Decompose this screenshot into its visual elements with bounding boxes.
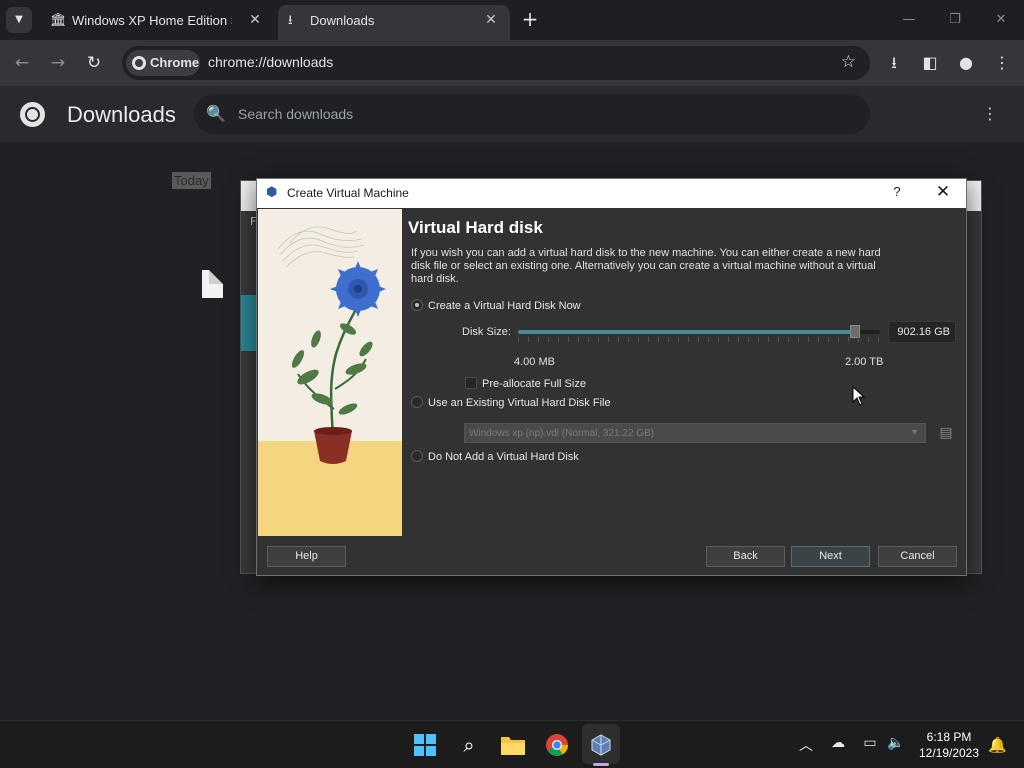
radio-create-now[interactable] (411, 299, 423, 311)
slider-max-label: 2.00 TB (845, 356, 884, 368)
chrome-logo-icon (20, 102, 45, 127)
active-app-indicator (593, 763, 609, 766)
folder-icon[interactable]: ▤ (936, 422, 956, 442)
profile-icon[interactable]: ● (954, 51, 978, 75)
slider-min-label: 4.00 MB (514, 356, 555, 368)
disk-size-field[interactable]: 902.16 GB (888, 321, 956, 343)
back-button[interactable]: Back (706, 546, 785, 567)
file-explorer-icon[interactable] (497, 729, 529, 761)
chip-label: Chrome (150, 55, 200, 70)
address-bar[interactable]: Chrome chrome://downloads ☆ (122, 46, 870, 80)
preallocate-checkbox[interactable] (465, 377, 477, 389)
back-arrow-icon[interactable]: ← (10, 51, 34, 75)
file-icon (202, 270, 223, 298)
show-hidden-icons-icon[interactable]: ︿ (796, 735, 816, 755)
system-clock[interactable]: 6:18 PM 12/19/2023 (916, 729, 982, 761)
radio-create-now-label[interactable]: Create a Virtual Hard Disk Now (428, 300, 581, 312)
search-icon[interactable]: ⌕ (453, 729, 485, 761)
minimize-button[interactable]: — (894, 8, 924, 32)
close-tab-icon[interactable]: ✕ (246, 11, 264, 28)
cancel-button[interactable]: Cancel (878, 546, 957, 567)
existing-disk-select[interactable]: Windows xp (np).vdi (Normal, 321.22 GB) … (464, 423, 926, 443)
create-vm-dialog: ⬢ Create Virtual Machine ? ✕ Virtual Har… (256, 178, 967, 576)
next-button[interactable]: Next (791, 546, 870, 567)
radio-use-existing-label[interactable]: Use an Existing Virtual Hard Disk File (428, 397, 611, 409)
wizard-page: Virtual Hard disk If you wish you can ad… (408, 215, 958, 535)
close-window-button[interactable]: ✕ (986, 8, 1016, 32)
disk-size-slider[interactable] (518, 325, 880, 338)
disk-size-label: Disk Size: (462, 326, 511, 338)
existing-disk-value: Windows xp (np).vdi (Normal, 321.22 GB) (469, 428, 655, 439)
new-tab-button[interactable]: + (518, 8, 542, 32)
virtualbox-icon[interactable] (585, 729, 617, 761)
date-section-label: Today (172, 172, 211, 189)
browser-toolbar: ← → ↻ Chrome chrome://downloads ☆ ⭳ ◧ ● … (0, 40, 1024, 86)
slider-ticks (518, 337, 880, 342)
volume-icon[interactable]: 🔈 (886, 735, 906, 751)
help-button[interactable]: Help (267, 546, 346, 567)
close-icon[interactable]: ✕ (933, 182, 953, 202)
clock-date: 12/19/2023 (918, 746, 980, 760)
radio-do-not-add-label[interactable]: Do Not Add a Virtual Hard Disk (428, 451, 579, 463)
wizard-illustration (258, 209, 402, 536)
browser-titlebar: ▼ 🏛 Windows XP Home Edition SP2 ✕ ⭳ Down… (0, 0, 1024, 40)
notification-bell-icon[interactable]: 🔔 (988, 736, 1007, 754)
onedrive-icon[interactable]: ☁ (828, 735, 848, 751)
close-tab-icon[interactable]: ✕ (482, 11, 500, 28)
downloads-icon[interactable]: ⭳ (882, 51, 906, 75)
help-button[interactable]: ? (889, 184, 905, 199)
side-panel-icon[interactable]: ◧ (918, 51, 942, 75)
network-icon[interactable]: ▭ (860, 735, 880, 751)
virtualbox-icon: ⬢ (266, 185, 278, 200)
menu-kebab-icon[interactable]: ⋮ (990, 51, 1014, 75)
bookmark-star-icon[interactable]: ☆ (841, 52, 856, 72)
search-box[interactable]: 🔍 (194, 94, 870, 134)
mouse-cursor-icon (852, 386, 866, 406)
slider-fill (518, 330, 855, 334)
dialog-title: Create Virtual Machine (287, 186, 409, 200)
restore-button[interactable]: ❐ (940, 8, 970, 32)
radio-use-existing[interactable] (411, 396, 423, 408)
page-heading: Virtual Hard disk (408, 218, 543, 237)
taskbar: ⌕ ︿ ☁ ▭ 🔈 6:18 PM 12/19/2023 🔔 (0, 720, 1024, 768)
tab-downloads[interactable]: ⭳ Downloads ✕ (278, 5, 510, 40)
page-description: If you wish you can add a virtual hard d… (411, 247, 881, 285)
preallocate-label[interactable]: Pre-allocate Full Size (482, 378, 586, 390)
download-icon: ⭳ (288, 12, 293, 27)
clock-time: 6:18 PM (926, 730, 972, 744)
tab-windows-xp[interactable]: 🏛 Windows XP Home Edition SP2 ✕ (40, 5, 274, 37)
url-text[interactable]: chrome://downloads (208, 54, 333, 70)
chevron-down-icon: ▼ (910, 427, 919, 437)
search-icon: 🔍 (206, 104, 226, 123)
forward-arrow-icon[interactable]: → (46, 51, 70, 75)
tab-title: Windows XP Home Edition SP2 (72, 13, 232, 28)
windows-start-icon[interactable] (409, 729, 441, 761)
more-options-icon[interactable]: ⋮ (980, 104, 1000, 123)
chrome-icon[interactable] (541, 729, 573, 761)
tab-title: Downloads (310, 13, 375, 28)
flower-pot-illustration (258, 209, 402, 536)
chrome-logo-icon (132, 56, 146, 70)
dialog-titlebar: ⬢ Create Virtual Machine ? ✕ (257, 179, 966, 208)
radio-do-not-add[interactable] (411, 450, 423, 462)
page-title: Downloads (67, 102, 176, 127)
reload-icon[interactable]: ↻ (82, 51, 106, 75)
downloads-header: Downloads 🔍 ⋮ (0, 86, 1024, 142)
search-input[interactable] (238, 103, 838, 125)
tab-search-button[interactable]: ▼ (6, 7, 32, 33)
museum-icon: 🏛 (50, 12, 67, 27)
chrome-chip[interactable]: Chrome (126, 50, 200, 76)
